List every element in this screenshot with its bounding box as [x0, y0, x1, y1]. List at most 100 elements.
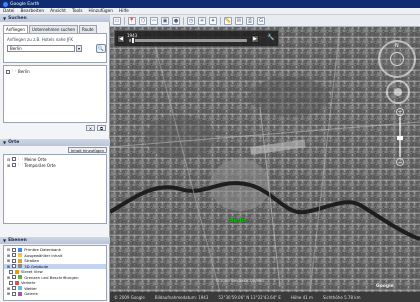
- email-button[interactable]: ✉: [235, 16, 243, 25]
- zoom-control: + −: [396, 108, 404, 168]
- menu-help[interactable]: Hilfe: [119, 9, 129, 14]
- map-view[interactable]: [110, 27, 420, 292]
- status-copyright: © 2009 Google: [114, 294, 145, 300]
- compass-north-icon: N: [395, 43, 399, 49]
- menu-tools[interactable]: Tools: [72, 9, 83, 14]
- menu-add[interactable]: Hinzufügen: [89, 9, 113, 14]
- view-in-maps-button[interactable]: G: [257, 16, 265, 25]
- layers-panel: ▼ Ebenen ⊟ Primäre Datenbank ⊞ Ausgewählte…: [0, 237, 110, 302]
- search-button[interactable]: 🔍: [96, 44, 106, 53]
- print-button[interactable]: ⎙: [246, 16, 254, 25]
- sky-button[interactable]: ✦: [209, 16, 217, 25]
- move-control[interactable]: [386, 80, 410, 104]
- time-back-button[interactable]: ◀: [117, 35, 125, 43]
- expand-icon: ⊞: [7, 285, 11, 291]
- expand-icon: ⊟: [7, 156, 11, 162]
- search-label: Anfliegen zu z.B. Hotels nahe JFK: [7, 37, 74, 42]
- imagery-copyright: © 2009 GeoBasis-DE/BKG: [215, 278, 265, 283]
- folder-icon: 🗀: [18, 161, 23, 167]
- sun-button[interactable]: ☀: [198, 16, 206, 25]
- time-track[interactable]: [129, 39, 247, 42]
- folder-icon: 🗀: [12, 68, 16, 73]
- result-checkbox[interactable]: [6, 69, 10, 74]
- tree-checkbox[interactable]: [12, 163, 17, 167]
- time-forward-button[interactable]: ▶: [251, 35, 259, 43]
- ruler-button[interactable]: 📏: [224, 16, 232, 25]
- zoom-in-button[interactable]: +: [396, 108, 404, 116]
- look-joystick[interactable]: [390, 52, 404, 66]
- tree-label: Ausgewählter Inhalt: [24, 252, 63, 258]
- add-placemark-button[interactable]: 📍: [128, 16, 136, 25]
- tab-fly-to[interactable]: Anfliegen: [3, 25, 28, 33]
- status-image-date: Bildaufnahmedatum: 1943: [154, 294, 209, 300]
- places-header-label: Orte: [8, 140, 20, 145]
- status-eye-altitude: Sichthöhe 5.78 km: [322, 294, 361, 300]
- toolbar-separator: [124, 16, 125, 25]
- tree-checkbox[interactable]: [9, 280, 13, 285]
- border-icon: [18, 275, 23, 280]
- place-label[interactable]: Berlin: [230, 218, 247, 224]
- add-path-button[interactable]: 〰: [150, 16, 158, 25]
- tree-checkbox[interactable]: [12, 275, 17, 280]
- time-slider: ◀ ▶ 🔧 1943: [114, 30, 279, 47]
- tab-find-business[interactable]: Unternehmen suchen: [28, 25, 79, 33]
- move-joystick[interactable]: [394, 88, 402, 96]
- record-tour-button[interactable]: ●: [172, 16, 180, 25]
- copy-results-button[interactable]: ⧉: [97, 125, 106, 131]
- add-overlay-button[interactable]: ▣: [161, 16, 169, 25]
- search-panel: ▼ Suchen Anfliegen Unternehmen suchen Ro…: [0, 15, 110, 131]
- tree-checkbox[interactable]: [12, 253, 17, 258]
- clear-results-button[interactable]: ✕: [86, 125, 95, 131]
- add-content-button[interactable]: Inhalt hinzufügen: [67, 147, 107, 153]
- search-results: 🗀 Berlin: [3, 65, 107, 123]
- tree-checkbox[interactable]: [12, 264, 17, 269]
- expand-icon: ⊞: [7, 252, 11, 258]
- tab-directions[interactable]: Route: [79, 25, 97, 33]
- tree-item[interactable]: ⊞ 🗀 Temporäre Orte: [4, 162, 106, 168]
- search-panel-header[interactable]: ▼ Suchen: [0, 15, 110, 22]
- hide-sidebar-button[interactable]: ▭: [113, 16, 121, 25]
- aerial-imagery: [110, 27, 420, 292]
- menu-view[interactable]: Ansicht: [50, 9, 66, 14]
- tree-label: 3D-Gebäude: [24, 263, 49, 269]
- wrench-icon[interactable]: 🔧: [267, 34, 276, 43]
- collapse-icon: ▼: [3, 140, 7, 145]
- road-icon: [18, 258, 23, 263]
- places-panel-header[interactable]: ▼ Orte: [0, 139, 110, 146]
- weather-icon: [18, 286, 23, 291]
- search-icon: 🔍: [97, 46, 105, 52]
- status-bar: © 2009 Google Bildaufnahmedatum: 1943 52…: [110, 292, 420, 302]
- tree-item[interactable]: ⊞ Galerie: [4, 291, 106, 297]
- tree-label: Meine Orte: [24, 156, 47, 162]
- add-polygon-button[interactable]: ⬡: [139, 16, 147, 25]
- tree-label: Wetter: [24, 285, 37, 291]
- collapse-icon: ▼: [3, 238, 7, 243]
- main-toolbar: ▭ 📍 ⬡ 〰 ▣ ● ◷ ☀ ✦ 📏 ✉ ⎙ G: [110, 15, 420, 27]
- tree-checkbox[interactable]: [12, 291, 17, 296]
- layers-header-label: Ebenen: [8, 238, 27, 243]
- list-item[interactable]: 🗀 Berlin: [6, 68, 104, 75]
- tree-checkbox[interactable]: [9, 269, 13, 274]
- search-input[interactable]: Berlin: [7, 45, 75, 52]
- tree-label: Grenzen und Beschriftungen: [24, 274, 79, 280]
- tree-checkbox[interactable]: [12, 157, 17, 161]
- menu-edit[interactable]: Bearbeiten: [20, 9, 44, 14]
- historical-imagery-button[interactable]: ◷: [187, 16, 195, 25]
- traffic-icon: [15, 280, 19, 285]
- tree-checkbox[interactable]: [12, 286, 17, 291]
- places-toolbar: Inhalt hinzufügen: [0, 146, 110, 154]
- tree-checkbox[interactable]: [12, 247, 17, 252]
- expand-icon: ⊞: [7, 291, 11, 297]
- compass-control[interactable]: N: [378, 40, 416, 78]
- status-coordinates: 52°30'59.06" N 13°22'43.64" E: [218, 294, 281, 300]
- tree-checkbox[interactable]: [12, 258, 17, 263]
- zoom-thumb[interactable]: [397, 136, 403, 140]
- layers-panel-header[interactable]: ▼ Ebenen: [0, 237, 110, 244]
- window-title: Google Earth: [10, 1, 40, 7]
- expand-icon: ⊞: [7, 162, 11, 168]
- time-knob[interactable]: [131, 37, 135, 44]
- search-history-dropdown[interactable]: ▾: [76, 45, 82, 52]
- zoom-out-button[interactable]: −: [396, 158, 404, 166]
- tree-label: Street View: [21, 269, 43, 275]
- menu-file[interactable]: Datei: [3, 9, 14, 14]
